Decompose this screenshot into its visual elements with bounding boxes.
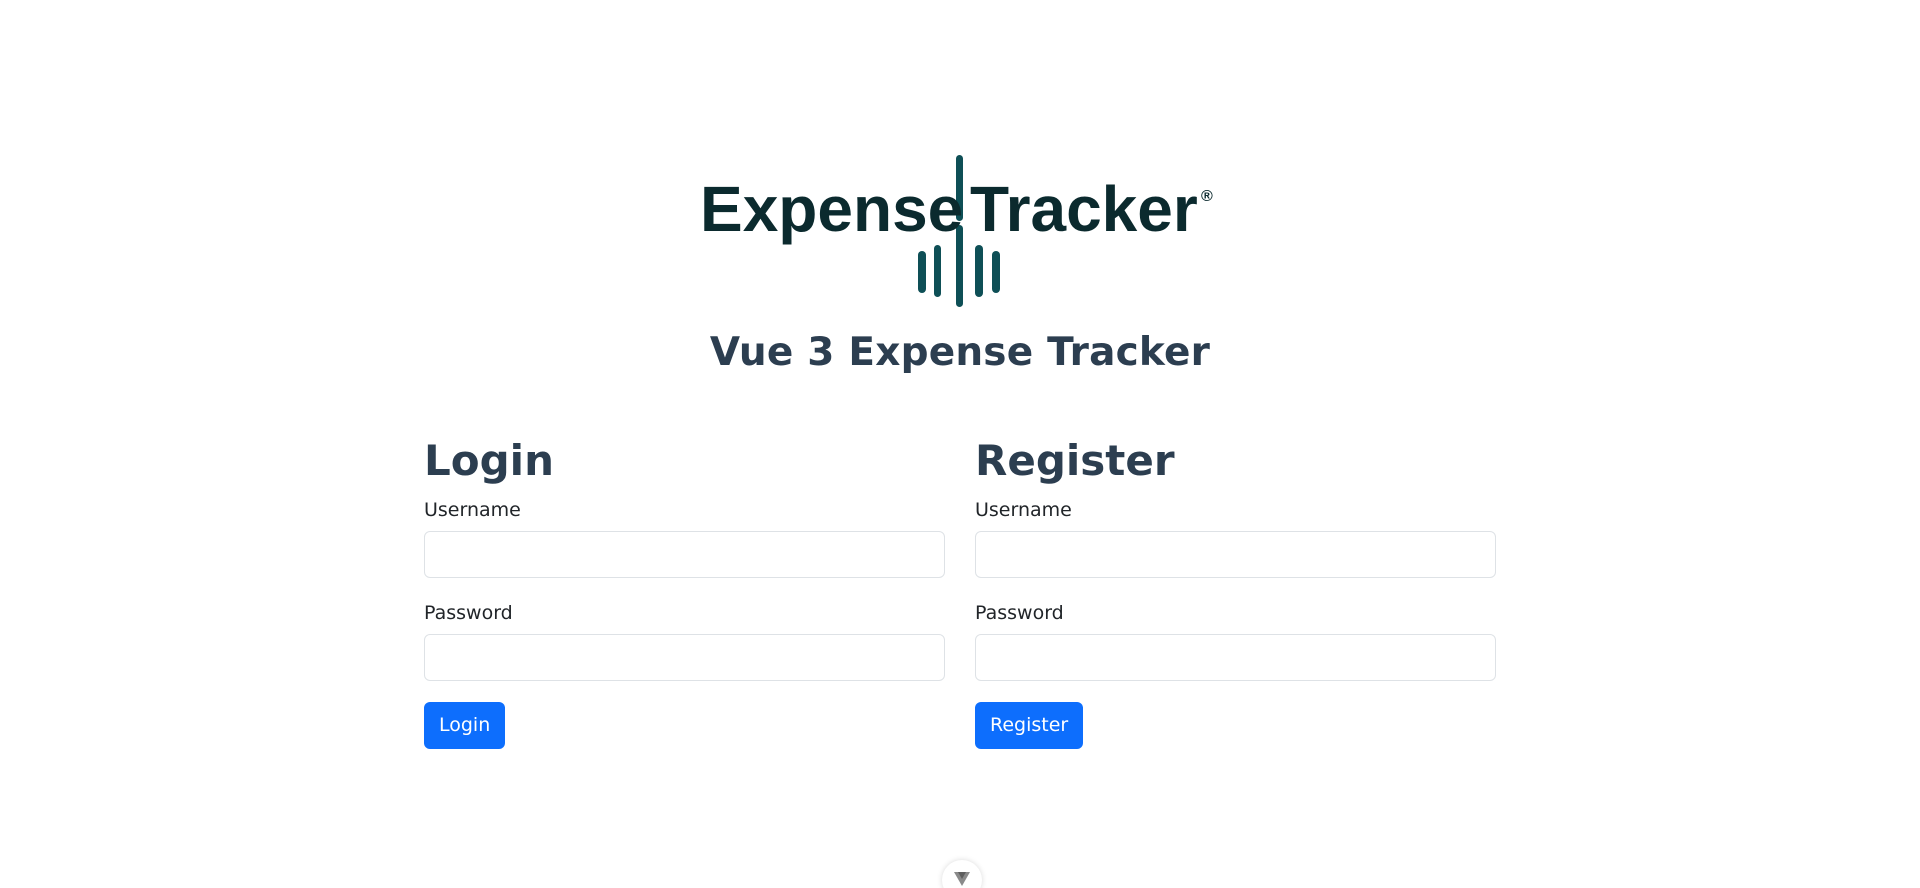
logo-word-right: Tracker xyxy=(970,173,1198,245)
register-password-input[interactable] xyxy=(975,634,1496,681)
logo-bar xyxy=(934,245,941,297)
vue-devtools-toggle[interactable] xyxy=(942,860,982,888)
login-username-label: Username xyxy=(424,499,521,521)
login-username-input[interactable] xyxy=(424,531,945,578)
login-form: Login Username Password Login xyxy=(424,434,945,749)
expense-tracker-logo: Expense Tracker ® xyxy=(698,151,1218,311)
login-button[interactable]: Login xyxy=(424,702,506,749)
register-heading: Register xyxy=(975,436,1175,485)
register-form: Register Username Password Register xyxy=(975,434,1496,749)
register-username-label: Username xyxy=(975,499,1072,521)
logo-bar xyxy=(975,245,983,297)
logo-word-left: Expense xyxy=(700,173,963,245)
logo-bar xyxy=(992,251,1000,293)
login-password-label: Password xyxy=(424,602,513,624)
page: Expense Tracker ® Vue 3 Expense Tracker … xyxy=(0,0,1920,888)
register-username-input[interactable] xyxy=(975,531,1496,578)
vue-chevron-icon xyxy=(954,872,970,886)
login-password-input[interactable] xyxy=(424,634,945,681)
page-title: Vue 3 Expense Tracker xyxy=(709,330,1211,375)
logo-bar xyxy=(918,251,926,293)
register-password-label: Password xyxy=(975,602,1064,624)
login-heading: Login xyxy=(424,436,554,485)
logo-registered-mark: ® xyxy=(1201,188,1213,205)
register-button[interactable]: Register xyxy=(975,702,1084,749)
